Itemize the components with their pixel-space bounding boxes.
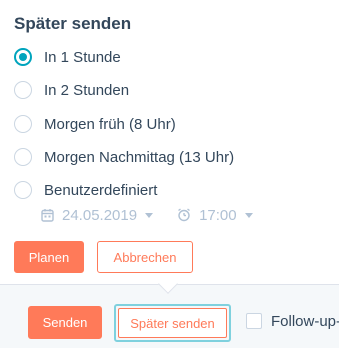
schedule-button[interactable]: Planen <box>14 241 84 273</box>
option-label: Benutzerdefiniert <box>44 181 158 199</box>
radio-button[interactable] <box>14 181 32 199</box>
custom-datetime-row: 24.05.2019 17:00 <box>40 204 253 226</box>
time-value: 17:00 <box>199 206 237 224</box>
option-custom[interactable]: Benutzerdefiniert <box>14 178 157 202</box>
calendar-icon <box>40 207 54 223</box>
send-later-button-label: Später senden <box>118 308 227 338</box>
radio-button[interactable] <box>14 81 32 99</box>
option-in-1-hour[interactable]: In 1 Stunde <box>14 45 121 69</box>
cancel-button[interactable]: Abbrechen <box>97 241 193 273</box>
option-label: In 1 Stunde <box>44 48 121 66</box>
option-label: Morgen früh (8 Uhr) <box>44 115 176 133</box>
date-value: 24.05.2019 <box>62 206 138 224</box>
radio-button-selected[interactable] <box>14 48 32 66</box>
radio-button[interactable] <box>14 148 32 166</box>
option-label: Morgen Nachmittag (13 Uhr) <box>44 148 235 166</box>
popover-title: Später senden <box>14 14 132 33</box>
alarm-clock-icon <box>177 207 191 223</box>
option-label: In 2 Stunden <box>44 81 130 99</box>
follow-up-checkbox[interactable] <box>246 313 262 329</box>
date-picker[interactable]: 24.05.2019 <box>40 206 154 224</box>
option-in-2-hours[interactable]: In 2 Stunden <box>14 78 129 102</box>
option-tomorrow-afternoon[interactable]: Morgen Nachmittag (13 Uhr) <box>14 145 234 169</box>
chevron-down-icon <box>244 212 253 218</box>
option-tomorrow-morning[interactable]: Morgen früh (8 Uhr) <box>14 112 176 136</box>
send-button[interactable]: Senden <box>28 306 102 339</box>
follow-up-label: Follow-up- <box>271 313 339 330</box>
send-later-button[interactable]: Später senden <box>114 304 231 342</box>
send-later-popover: Später senden In 1 Stunde In 2 Stunden M… <box>0 0 339 290</box>
chevron-down-icon <box>145 212 154 218</box>
radio-button[interactable] <box>14 115 32 133</box>
time-picker[interactable]: 17:00 <box>177 207 253 224</box>
